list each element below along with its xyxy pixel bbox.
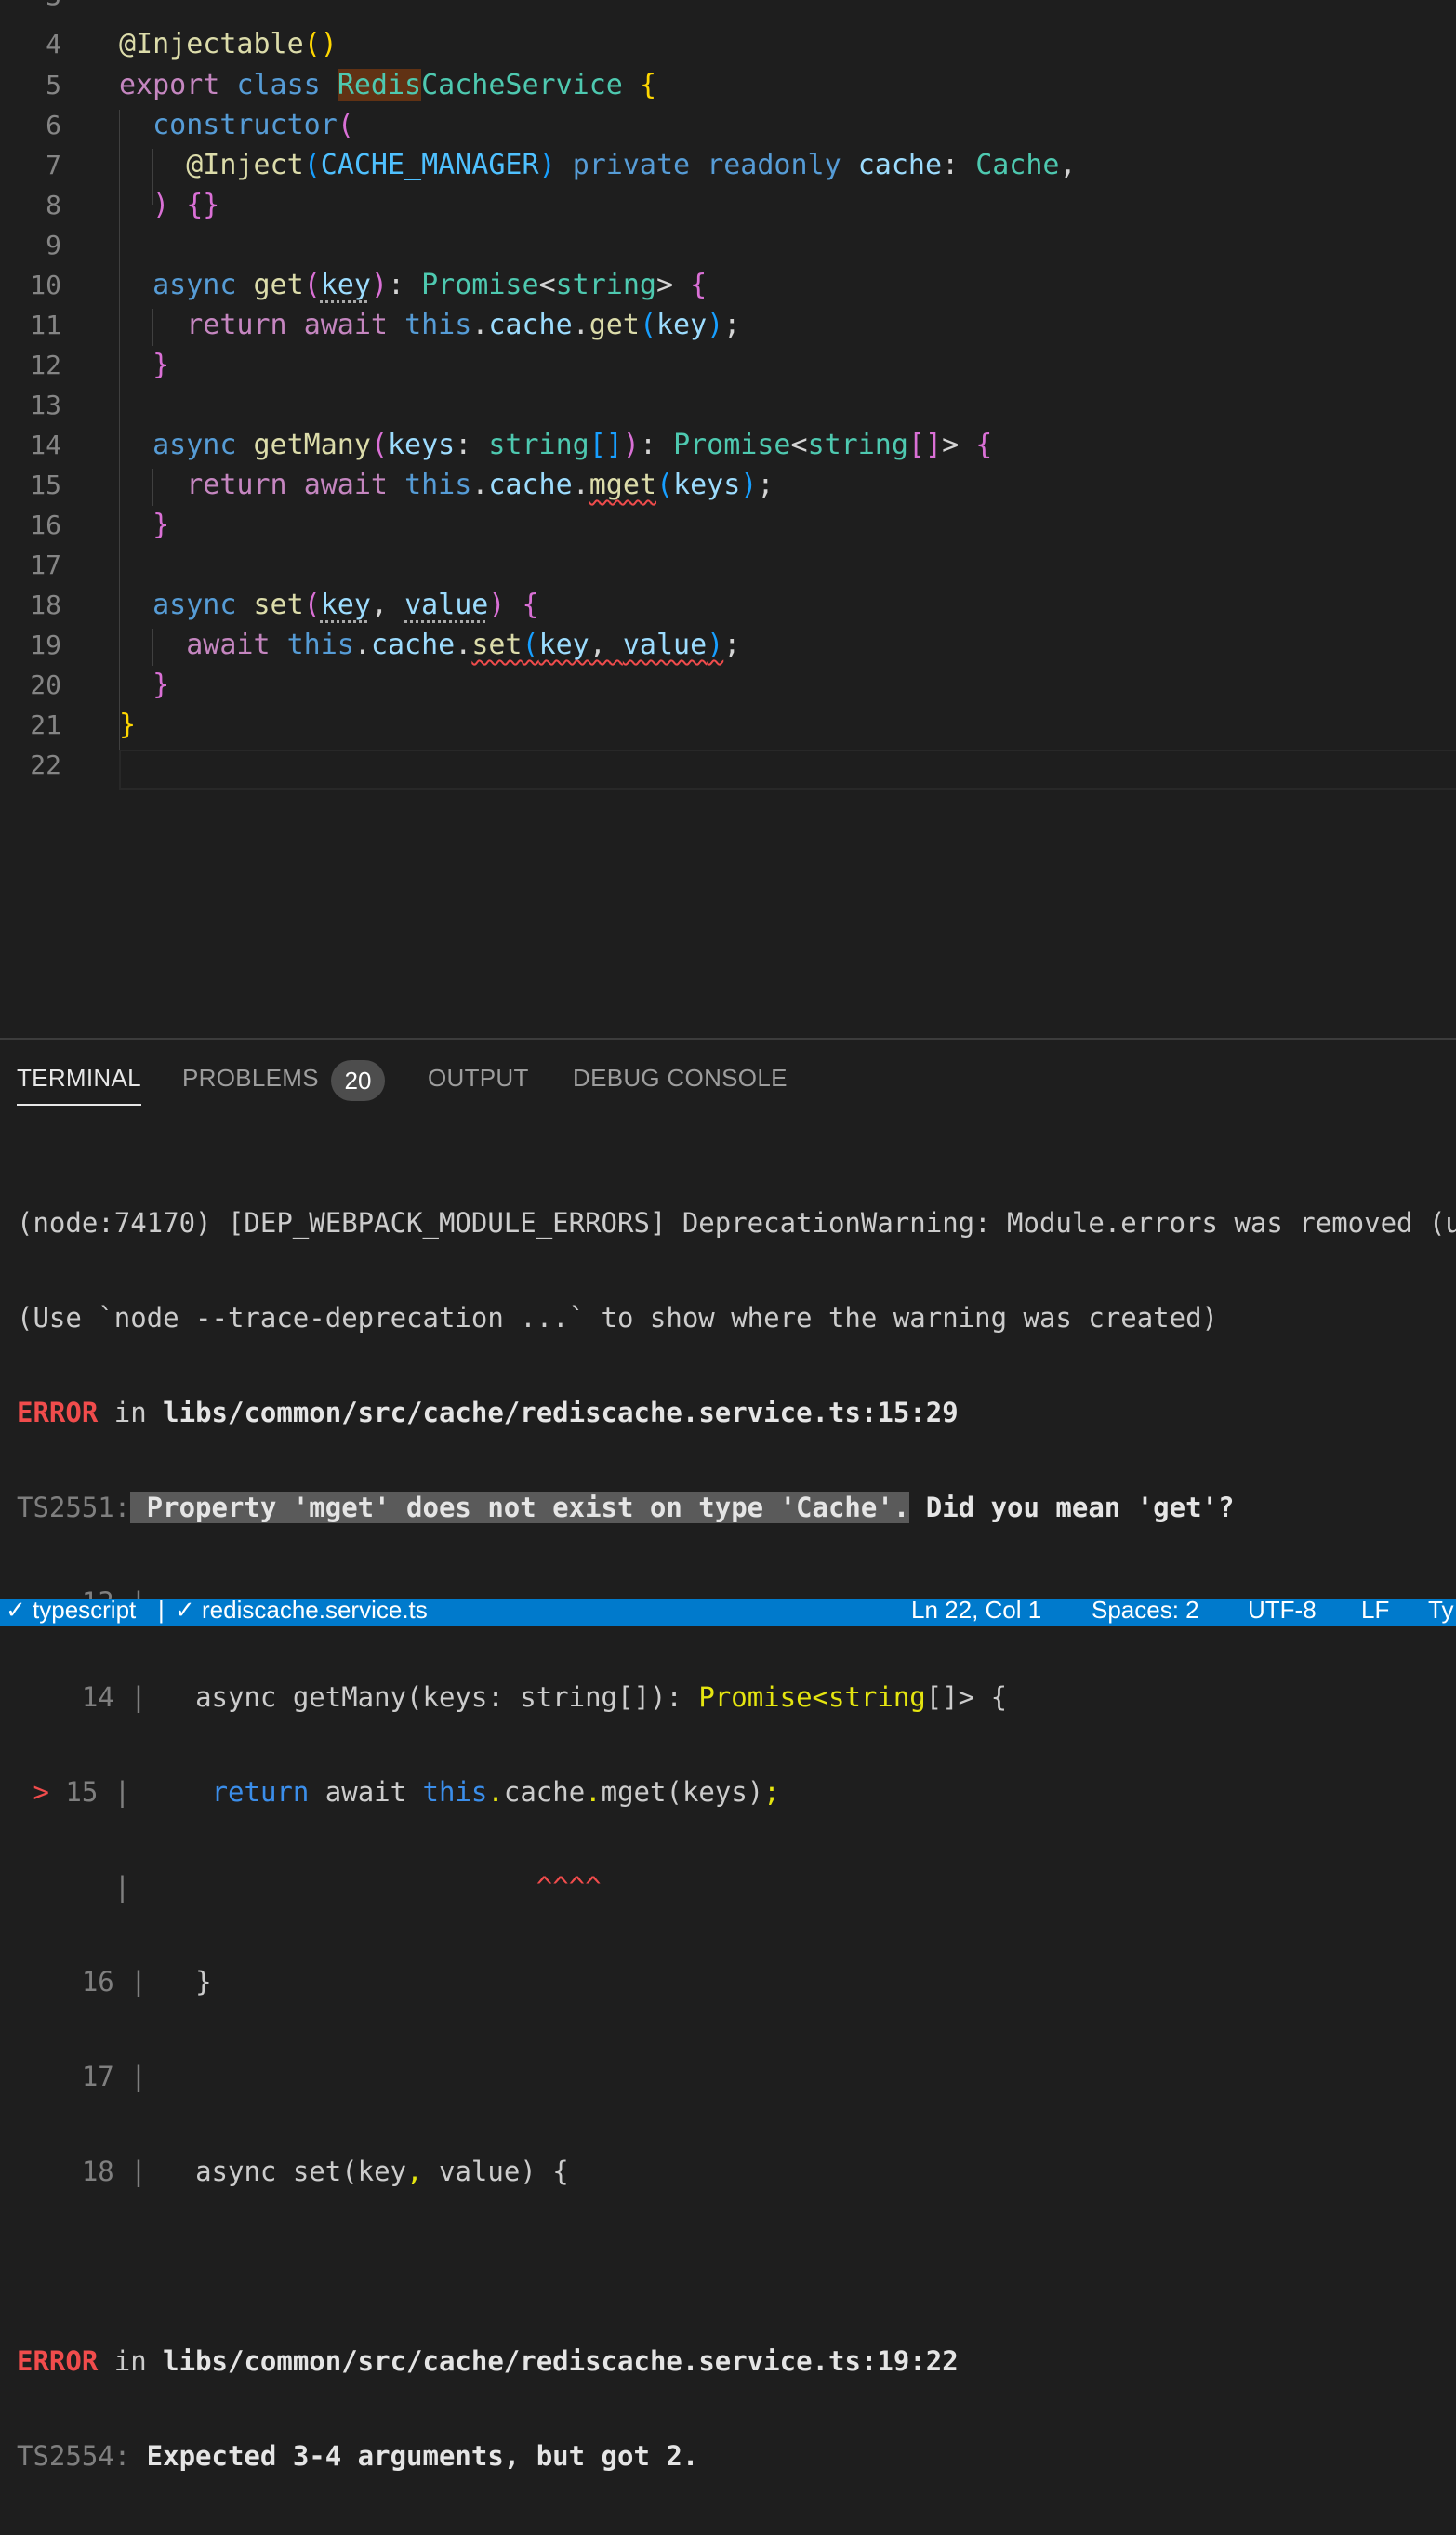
code-text: @Inject(CACHE_MANAGER) private readonly …: [186, 149, 1077, 181]
status-indentation[interactable]: Spaces: 2: [1092, 1599, 1199, 1625]
code-text: }: [152, 669, 170, 701]
error-caret: ^^^^: [536, 1871, 602, 1903]
terminal-line: (Use `node --trace-deprecation ...` to s…: [17, 1302, 1219, 1334]
error-token-mget: mget: [589, 469, 656, 501]
code-line: 18 async set(key, value) {: [0, 585, 1456, 625]
tab-debug-console[interactable]: DEBUG CONSOLE: [573, 1064, 788, 1093]
line-number: 8: [46, 190, 61, 220]
error-marker: >: [33, 1776, 49, 1808]
code-line: 17: [0, 545, 1456, 585]
code-line: 3: [0, 0, 1456, 16]
snippet-caret-line: | ^^^^: [113, 1871, 602, 1903]
terminal-output[interactable]: (node:74170) [DEP_WEBPACK_MODULE_ERRORS]…: [17, 1144, 1456, 2535]
code-line: 16 }: [0, 505, 1456, 545]
status-bar: ✓ typescript | ✓ rediscache.service.ts L…: [0, 1599, 1456, 1626]
code-line: 5 export class RedisCacheService {: [0, 65, 1456, 105]
status-file-check[interactable]: ✓ rediscache.service.ts: [175, 1599, 428, 1625]
code-editor[interactable]: 3 4 @Injectable() 5 export class RedisCa…: [0, 0, 1456, 1038]
line-number: 10: [30, 270, 61, 300]
code-text: constructor(: [152, 109, 354, 141]
line-number: 12: [30, 350, 61, 380]
code-line: 14 async getMany(keys: string[]): Promis…: [0, 425, 1456, 465]
status-eol[interactable]: LF: [1361, 1599, 1389, 1625]
status-separator: |: [158, 1599, 165, 1624]
snippet-line: 14 | async getMany(keys: string[]): Prom…: [81, 1681, 1008, 1713]
tab-output[interactable]: OUTPUT: [428, 1064, 529, 1093]
tab-terminal[interactable]: TERMINAL: [17, 1064, 141, 1106]
terminal-error-header: ERROR in libs/common/src/cache/rediscach…: [17, 2345, 959, 2377]
line-number: 7: [46, 150, 61, 180]
line-number: 9: [46, 230, 61, 260]
code-line: 20 }: [0, 665, 1456, 705]
code-line: 10 async get(key): Promise<string> {: [0, 265, 1456, 305]
line-number: 19: [30, 630, 61, 660]
line-number: 5: [46, 70, 61, 100]
code-text: ) {}: [152, 189, 220, 221]
status-typescript[interactable]: ✓ typescript: [6, 1599, 136, 1625]
status-encoding[interactable]: UTF-8: [1248, 1599, 1317, 1625]
line-number: 16: [30, 510, 61, 540]
status-cursor-position[interactable]: Ln 22, Col 1: [911, 1599, 1041, 1625]
terminal-error-header: ERROR in libs/common/src/cache/rediscach…: [17, 1397, 959, 1428]
code-text: async getMany(keys: string[]): Promise<s…: [152, 429, 993, 461]
code-text: }: [119, 709, 137, 741]
code-line: 11 return await this.cache.get(key);: [0, 305, 1456, 345]
line-number: 15: [30, 470, 61, 500]
code-line: 4 @Injectable(): [0, 24, 1456, 64]
selected-text: Property 'mget' does not exist on type '…: [130, 1492, 910, 1523]
code-line: 15 return await this.cache.mget(keys);: [0, 465, 1456, 505]
problems-count-badge: 20: [331, 1060, 385, 1101]
line-number: 13: [30, 390, 61, 420]
snippet-line: > 15 | return await this.cache.mget(keys…: [33, 1776, 780, 1808]
code-text: async get(key): Promise<string> {: [152, 269, 708, 301]
code-text: @Injectable(): [119, 28, 338, 60]
code-line: 8 ) {}: [0, 185, 1456, 225]
snippet-line: 18 | async set(key, value) {: [81, 2156, 569, 2187]
code-line: 12 }: [0, 345, 1456, 385]
code-line: 19 await this.cache.set(key, value);: [0, 625, 1456, 665]
code-text: export class RedisCacheService {: [119, 69, 656, 101]
code-text: async set(key, value) {: [152, 589, 539, 621]
panel-tabs: TERMINAL PROBLEMS 20 OUTPUT DEBUG CONSOL…: [0, 1040, 1456, 1114]
line-number: 4: [46, 29, 61, 60]
code-line: 22: [0, 745, 1456, 785]
line-number: 11: [30, 310, 61, 340]
code-line: 6 constructor(: [0, 105, 1456, 145]
line-number: 17: [30, 550, 61, 580]
line-number: 22: [30, 750, 61, 780]
code-text: }: [152, 509, 170, 541]
line-number: 6: [46, 110, 61, 140]
code-line: 9: [0, 225, 1456, 265]
code-text: await this.cache.set(key, value);: [186, 629, 741, 661]
code-text: return await this.cache.mget(keys);: [186, 469, 774, 501]
code-line: 7 @Inject(CACHE_MANAGER) private readonl…: [0, 145, 1456, 185]
terminal-line: (node:74170) [DEP_WEBPACK_MODULE_ERRORS]…: [17, 1207, 1456, 1239]
bottom-panel: TERMINAL PROBLEMS 20 OUTPUT DEBUG CONSOL…: [0, 1038, 1456, 2472]
status-language[interactable]: Ty: [1428, 1599, 1453, 1625]
code-line: 21 }: [0, 705, 1456, 745]
line-number: 18: [30, 590, 61, 620]
code-text: return await this.cache.get(key);: [186, 309, 741, 341]
line-number: 20: [30, 670, 61, 700]
snippet-line: 17 |: [81, 2061, 147, 2092]
line-number: 21: [30, 710, 61, 740]
line-number: 3: [0, 0, 61, 16]
code-text: }: [152, 349, 170, 381]
terminal-error-message: TS2551: Property 'mget' does not exist o…: [17, 1492, 1235, 1523]
code-line: 13: [0, 385, 1456, 425]
error-token-set: set(key, value): [471, 629, 724, 661]
search-highlight: Redis: [337, 69, 422, 101]
terminal-error-message: TS2554: Expected 3-4 arguments, but got …: [17, 2440, 699, 2472]
snippet-line: 16 | }: [81, 1966, 212, 1997]
line-number: 14: [30, 430, 61, 460]
tab-problems[interactable]: PROBLEMS: [182, 1064, 319, 1093]
